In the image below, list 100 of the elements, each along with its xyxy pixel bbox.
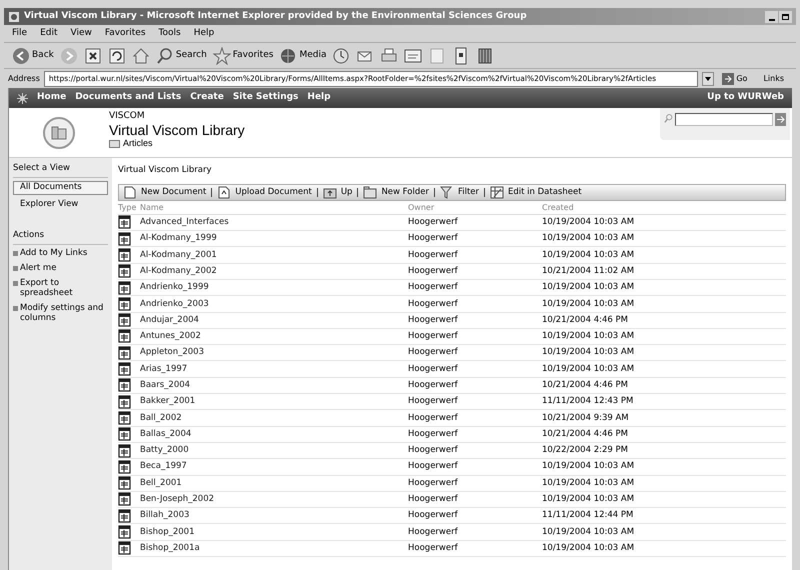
menu-item[interactable]: View — [70, 26, 92, 40]
document-link[interactable]: Bishop_2001 — [140, 526, 408, 538]
toolbar-button[interactable]: New Document — [123, 186, 206, 199]
view-link[interactable]: Explorer View — [13, 198, 108, 212]
page-title: Virtual Viscom Library — [109, 122, 245, 138]
table-cell: 10/19/2004 10:03 AM — [542, 476, 634, 490]
document-link[interactable]: Batty_2000 — [140, 444, 408, 457]
view-link[interactable]: All Documents — [13, 180, 108, 195]
action-link[interactable]: Export to spreadsheet — [20, 278, 108, 298]
refresh-icon — [108, 46, 126, 64]
toolbar-button[interactable]: Edit in Datasheet — [490, 186, 582, 199]
table-cell-text: Hoogerwerf — [408, 395, 459, 408]
menu-item[interactable]: Favorites — [104, 26, 146, 40]
document-link[interactable]: Antunes_2002 — [140, 330, 408, 343]
document-link[interactable]: Andrienko_2003 — [140, 298, 408, 310]
restore-button[interactable] — [779, 10, 792, 22]
document-link[interactable]: Baars_2004 — [140, 378, 408, 392]
nav-link[interactable]: Home — [37, 91, 66, 105]
table-cell: 11/11/2004 12:43 PM — [542, 395, 634, 408]
document-link[interactable]: Al-Kodmany_2002 — [140, 264, 408, 278]
nav-link[interactable]: Site Settings — [232, 91, 298, 105]
sidebar-heading: Select a View — [13, 162, 108, 178]
links-button[interactable]: Links — [755, 72, 792, 84]
document-link[interactable]: Ballas_2004 — [140, 428, 408, 441]
table-cell-text: Hoogerwerf — [408, 298, 459, 310]
column-header[interactable]: Owner — [408, 202, 542, 214]
folder-link[interactable]: Articles — [123, 138, 153, 149]
document-link[interactable]: Appleton_2003 — [140, 346, 408, 360]
column-header[interactable]: Type — [118, 202, 136, 212]
action-link[interactable]: Alert me — [20, 262, 56, 272]
toolbar-button[interactable] — [84, 46, 102, 64]
column-header[interactable]: Name — [140, 202, 408, 214]
document-link[interactable]: Andrienko_1999 — [140, 281, 408, 294]
document-link[interactable]: Advanced_Interfaces — [140, 216, 408, 229]
toolbar-button[interactable] — [332, 46, 350, 64]
page-icon — [428, 46, 446, 64]
table-cell: 10/19/2004 10:03 AM — [542, 346, 634, 360]
nav-link[interactable]: Up to WURWeb — [707, 91, 784, 105]
go-button[interactable] — [774, 113, 786, 126]
action-link[interactable]: Modify settings and columns — [20, 302, 108, 322]
toolbar-button[interactable] — [380, 46, 398, 64]
document-link[interactable]: Beca_1997 — [140, 460, 408, 474]
toolbar-button[interactable]: Filter — [440, 186, 480, 199]
clock-icon — [332, 46, 350, 64]
document-icon — [118, 525, 131, 540]
document-link[interactable]: Ben-Joseph_2002 — [140, 493, 408, 506]
menu-item[interactable]: Edit — [40, 26, 58, 40]
star-icon — [212, 46, 231, 64]
nav-link[interactable]: Documents and Lists — [75, 91, 182, 105]
arrow-icon — [722, 72, 734, 84]
document-icon — [118, 329, 131, 344]
action-link[interactable]: Add to My Links — [20, 248, 88, 258]
dropdown-button[interactable] — [702, 72, 714, 86]
document-link[interactable]: Andujar_2004 — [140, 314, 408, 327]
toolbar-button[interactable] — [404, 46, 422, 64]
toolbar-button[interactable]: Up — [322, 186, 352, 199]
table-cell-text: Hoogerwerf — [408, 330, 459, 343]
filter-icon — [440, 186, 454, 199]
toolbar-button[interactable]: Search — [156, 46, 207, 64]
datasheet-icon — [490, 186, 504, 199]
printer-icon — [380, 46, 398, 64]
table-cell-text: Hoogerwerf — [408, 216, 459, 229]
menu-item[interactable]: File — [12, 26, 28, 40]
minimize-button[interactable] — [765, 10, 778, 22]
document-link[interactable]: Bishop_2001a — [140, 542, 408, 555]
search-icon — [156, 46, 174, 64]
document-icon — [118, 394, 131, 409]
nav-link[interactable]: Help — [307, 91, 331, 105]
document-icon — [118, 460, 131, 474]
document-link[interactable]: Al-Kodmany_1999 — [140, 232, 408, 246]
caret-icon — [705, 76, 712, 80]
table-cell: 10/19/2004 10:03 AM — [542, 542, 634, 555]
toolbar-button[interactable]: Media — [279, 46, 326, 64]
browser-icon — [8, 10, 20, 22]
toolbar-button[interactable] — [476, 46, 494, 64]
document-link[interactable]: Arias_1997 — [140, 362, 408, 376]
toolbar-button[interactable]: Upload Document — [217, 186, 312, 199]
search-field[interactable] — [674, 113, 773, 126]
table-cell-text: Hoogerwerf — [408, 476, 459, 490]
column-header[interactable]: Created — [542, 202, 574, 214]
document-link[interactable]: Al-Kodmany_2001 — [140, 248, 408, 262]
upload-document-icon — [217, 186, 232, 199]
toolbar-button[interactable] — [108, 46, 126, 64]
toolbar-button[interactable]: Back — [12, 46, 54, 64]
table-cell-text: Hoogerwerf — [408, 346, 459, 360]
document-link[interactable]: Billah_2003 — [140, 509, 408, 522]
go-button[interactable]: Go — [718, 72, 752, 84]
document-link[interactable]: Bakker_2001 — [140, 395, 408, 408]
menu-item[interactable]: Help — [194, 26, 214, 40]
site-name: VISCOM — [109, 111, 146, 122]
table-cell-text: Hoogerwerf — [408, 526, 459, 538]
toolbar-button[interactable]: Favorites — [212, 46, 274, 64]
document-link[interactable]: Ball_2002 — [140, 412, 408, 424]
document-link[interactable]: Bell_2001 — [140, 476, 408, 490]
table-cell-text: Hoogerwerf — [408, 460, 459, 474]
toolbar-button[interactable]: New Folder — [363, 186, 429, 199]
document-icon — [118, 444, 131, 458]
table-cell: 10/19/2004 10:03 AM — [542, 460, 634, 474]
nav-link[interactable]: Create — [190, 91, 224, 105]
menu-item[interactable]: Tools — [158, 26, 181, 40]
